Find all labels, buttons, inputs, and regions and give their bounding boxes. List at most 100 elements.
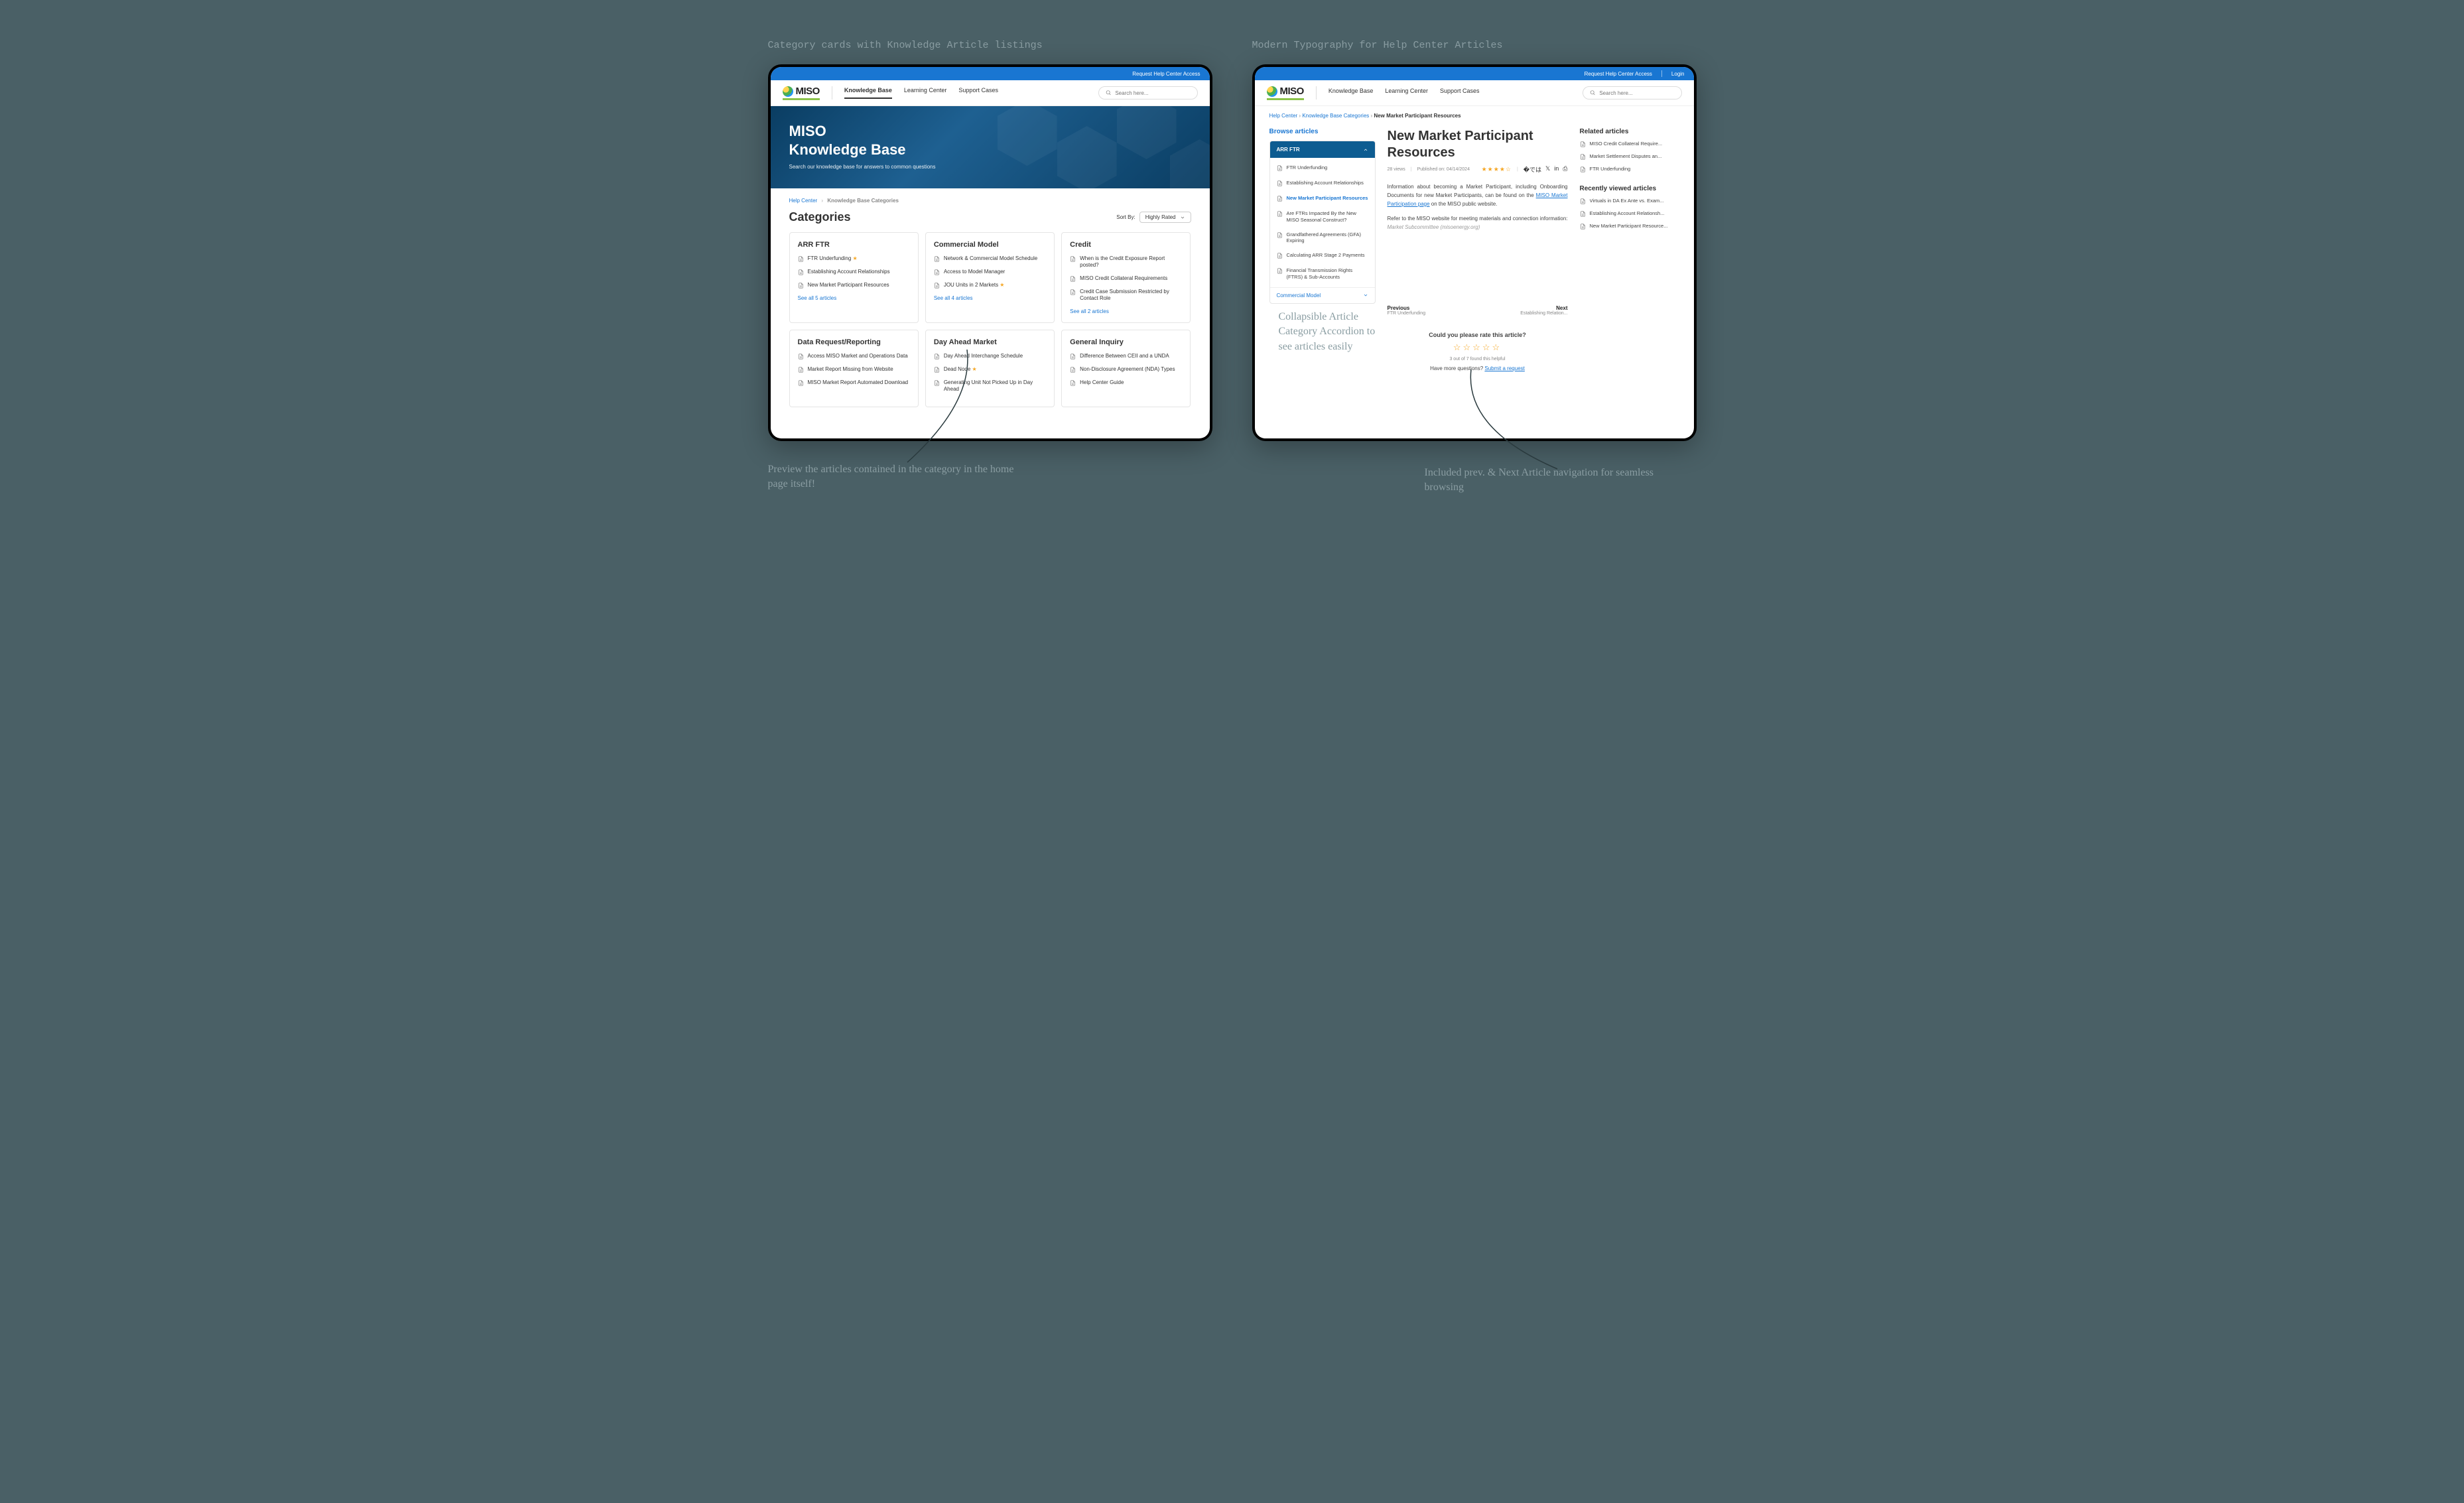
article-link[interactable]: FTR Underfunding ★	[798, 255, 910, 263]
accordion-next-section[interactable]: Commercial Model	[1270, 287, 1375, 303]
article-link[interactable]: Generating Unit Not Picked Up in Day Ahe…	[934, 379, 1046, 393]
nav-knowledge-base[interactable]: Knowledge Base	[1329, 88, 1374, 98]
logo[interactable]: MISO	[783, 86, 820, 100]
article-body: Information about becoming a Market Part…	[1388, 183, 1568, 232]
linkedin-icon[interactable]: in	[1554, 165, 1559, 174]
aside-article-link[interactable]: MISO Credit Collateral Require...	[1580, 141, 1679, 148]
header: MISO Knowledge Base Learning Center Supp…	[771, 80, 1210, 106]
aside: Related articles MISO Credit Collateral …	[1580, 128, 1679, 429]
sort-select[interactable]: Highly Rated	[1139, 212, 1191, 223]
request-access-link[interactable]: Request Help Center Access	[1585, 71, 1652, 77]
article-link[interactable]: Dead Node ★	[934, 366, 1046, 373]
rate-stars[interactable]: ☆☆☆☆☆	[1388, 342, 1568, 353]
category-title[interactable]: Data Request/Reporting	[798, 338, 910, 346]
print-icon[interactable]: ⎙	[1563, 165, 1567, 174]
article-link[interactable]: New Market Participant Resources	[798, 282, 910, 289]
accordion-item[interactable]: Establishing Account Relationships	[1270, 176, 1375, 191]
search[interactable]	[1098, 86, 1198, 99]
article-link[interactable]: Network & Commercial Model Schedule	[934, 255, 1046, 263]
sort-label: Sort By:	[1116, 214, 1135, 220]
share-icon[interactable]: �では	[1524, 165, 1541, 174]
article-link[interactable]: Help Center Guide	[1070, 379, 1182, 387]
document-icon	[1070, 353, 1076, 360]
accordion-item[interactable]: Calculating ARR Stage 2 Payments	[1270, 248, 1375, 263]
article-link[interactable]: Difference Between CEII and a UNDA	[1070, 353, 1182, 360]
article-link[interactable]: Credit Case Submission Restricted by Con…	[1070, 289, 1182, 302]
see-all-link[interactable]: See all 5 articles	[798, 295, 910, 301]
search-input[interactable]	[1599, 90, 1674, 96]
article-link[interactable]: Non-Disclosure Agreement (NDA) Types	[1070, 366, 1182, 373]
caption-left: Category cards with Knowledge Article li…	[768, 40, 1212, 51]
see-all-link[interactable]: See all 2 articles	[1070, 308, 1182, 314]
next-article[interactable]: Next Establishing Relation...	[1520, 305, 1567, 316]
chevron-down-icon	[1363, 293, 1368, 298]
topbar: Request Help Center Access	[771, 67, 1210, 80]
see-all-link[interactable]: See all 4 articles	[934, 295, 1046, 301]
category-title[interactable]: General Inquiry	[1070, 338, 1182, 346]
request-access-link[interactable]: Request Help Center Access	[1132, 71, 1200, 77]
category-title[interactable]: Day Ahead Market	[934, 338, 1046, 346]
document-icon	[798, 269, 804, 276]
divider	[1661, 70, 1662, 77]
search-input[interactable]	[1115, 90, 1190, 96]
bc-categories[interactable]: Knowledge Base Categories	[1302, 113, 1369, 119]
accordion-item[interactable]: Grandfathered Agreements (GFA) Expiring	[1270, 228, 1375, 249]
category-title[interactable]: ARR FTR	[798, 241, 910, 249]
nav: Knowledge Base Learning Center Support C…	[844, 87, 998, 99]
document-icon	[798, 255, 804, 263]
bc-help-center[interactable]: Help Center	[1269, 113, 1298, 119]
prev-article[interactable]: Previous FTR Underfunding	[1388, 305, 1426, 316]
article-link[interactable]: Access to Model Manager	[934, 269, 1046, 276]
sidebar: Browse articles ARR FTR FTR Underfunding…	[1269, 128, 1376, 429]
accordion-header[interactable]: ARR FTR	[1270, 141, 1375, 158]
bc-help-center[interactable]: Help Center	[789, 198, 818, 204]
accordion-item[interactable]: Financial Transmission Rights (FTRS) & S…	[1270, 263, 1375, 285]
category-grid: ARR FTR FTR Underfunding ★ Establishing Ac…	[789, 232, 1191, 407]
rate-box: Could you please rate this article? ☆☆☆☆…	[1388, 332, 1568, 371]
article-link[interactable]: Market Report Missing from Website	[798, 366, 910, 373]
recent-heading: Recently viewed articles	[1580, 185, 1679, 192]
nav-knowledge-base[interactable]: Knowledge Base	[844, 87, 892, 99]
document-icon	[1070, 379, 1076, 387]
article-meta: 28 views | Published on: 04/14/2024 ★★★★…	[1388, 165, 1568, 174]
document-icon	[798, 353, 804, 360]
category-card: Commercial Model Network & Commercial Mod…	[925, 232, 1055, 323]
search[interactable]	[1583, 86, 1682, 99]
accordion-item[interactable]: Are FTRs Impacted By the New MISO Season…	[1270, 206, 1375, 228]
submit-request-link[interactable]: Submit a request	[1484, 365, 1524, 371]
breadcrumb: Help Center › Knowledge Base Categories …	[1255, 106, 1694, 119]
aside-article-link[interactable]: Market Settlement Disputes an...	[1580, 153, 1679, 161]
nav-support-cases[interactable]: Support Cases	[958, 87, 998, 99]
accordion-item[interactable]: New Market Participant Resources	[1270, 191, 1375, 206]
twitter-icon[interactable]: 𝕏	[1545, 165, 1550, 174]
document-icon	[934, 269, 940, 276]
logo[interactable]: MISO	[1267, 86, 1304, 100]
login-link[interactable]: Login	[1671, 71, 1685, 77]
article-link[interactable]: Day Ahead Interchange Schedule	[934, 353, 1046, 360]
aside-article-link[interactable]: Virtuals in DA Ex Ante vs. Exam...	[1580, 198, 1679, 205]
category-title[interactable]: Credit	[1070, 241, 1182, 249]
nav-support-cases[interactable]: Support Cases	[1440, 88, 1480, 98]
article-link[interactable]: Access MISO Market and Operations Data	[798, 353, 910, 360]
aside-article-link[interactable]: Establishing Account Relationsh...	[1580, 210, 1679, 218]
accordion-item[interactable]: FTR Underfunding	[1270, 161, 1375, 176]
document-icon	[1580, 210, 1586, 218]
nav-learning-center[interactable]: Learning Center	[1385, 88, 1428, 98]
article-link[interactable]: JOU Units in 2 Markets ★	[934, 282, 1046, 289]
document-icon	[1277, 231, 1283, 239]
document-icon	[934, 353, 940, 360]
document-icon	[1580, 198, 1586, 205]
aside-article-link[interactable]: New Market Participant Resource...	[1580, 223, 1679, 230]
article-link[interactable]: MISO Credit Collateral Requirements	[1070, 275, 1182, 283]
device-right: Request Help Center Access Login MISO Kn…	[1252, 64, 1697, 441]
aside-article-link[interactable]: FTR Underfunding	[1580, 166, 1679, 173]
article-link[interactable]: Establishing Account Relationships	[798, 269, 910, 276]
article-link[interactable]: MISO Market Report Automated Download	[798, 379, 910, 387]
rate-question: Could you please rate this article?	[1388, 332, 1568, 338]
breadcrumb: Help Center › Knowledge Base Categories	[789, 198, 1191, 204]
document-icon	[1070, 366, 1076, 373]
nav-learning-center[interactable]: Learning Center	[904, 87, 947, 99]
article-link[interactable]: When is the Credit Exposure Report poste…	[1070, 255, 1182, 269]
category-card: Data Request/Reporting Access MISO Market…	[789, 330, 919, 408]
category-title[interactable]: Commercial Model	[934, 241, 1046, 249]
